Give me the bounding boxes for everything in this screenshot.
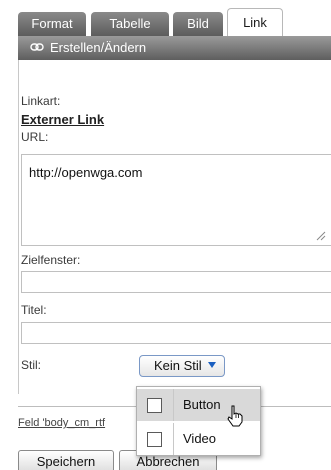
option-separator bbox=[173, 423, 174, 455]
stil-label: Stil: bbox=[21, 358, 42, 372]
linkart-label: Linkart: bbox=[21, 94, 61, 108]
titel-input[interactable] bbox=[21, 322, 331, 344]
tab-bild[interactable]: Bild bbox=[173, 12, 223, 36]
stil-select[interactable]: Kein Stil bbox=[139, 355, 225, 377]
option-checkbox[interactable] bbox=[147, 432, 162, 447]
link-icon bbox=[30, 43, 44, 51]
option-separator bbox=[173, 389, 174, 421]
hand-cursor-icon bbox=[227, 405, 243, 427]
panel-header: Erstellen/Ändern bbox=[18, 36, 331, 60]
url-label: URL: bbox=[21, 130, 49, 144]
link-panel: Linkart: Externer Link URL: http://openw… bbox=[18, 60, 331, 394]
tab-bar: Format Tabelle Bild Link bbox=[0, 0, 331, 36]
dropdown-option-video[interactable]: Video bbox=[137, 423, 260, 455]
save-button[interactable]: Speichern bbox=[18, 450, 114, 470]
caret-down-icon bbox=[208, 362, 216, 368]
panel-title: Erstellen/Ändern bbox=[50, 40, 147, 55]
resize-grip-icon[interactable] bbox=[316, 231, 326, 241]
url-textarea[interactable]: http://openwga.com bbox=[21, 154, 331, 246]
option-label: Video bbox=[183, 431, 217, 446]
zielfenster-input[interactable] bbox=[21, 271, 331, 293]
tab-link[interactable]: Link bbox=[227, 8, 283, 36]
titel-label: Titel: bbox=[21, 303, 47, 317]
option-label: Button bbox=[183, 397, 221, 412]
stil-select-value: Kein Stil bbox=[154, 358, 202, 373]
url-value: http://openwga.com bbox=[29, 165, 143, 180]
option-checkbox[interactable] bbox=[147, 398, 162, 413]
zielfenster-label: Zielfenster: bbox=[21, 253, 81, 267]
linkart-value-link[interactable]: Externer Link bbox=[21, 112, 104, 127]
tab-format[interactable]: Format bbox=[18, 12, 86, 36]
tab-tabelle[interactable]: Tabelle bbox=[91, 12, 169, 36]
